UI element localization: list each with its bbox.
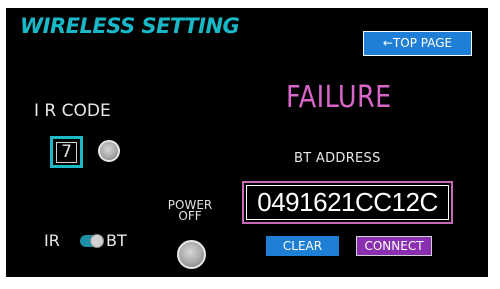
- power-label-line2: OFF: [178, 209, 202, 223]
- top-page-button[interactable]: ←TOP PAGE: [363, 31, 472, 56]
- page-title: WIRELESS SETTING: [20, 14, 240, 38]
- power-off-label: POWER OFF: [165, 199, 215, 223]
- bt-mode-label: BT: [106, 231, 127, 250]
- clear-button[interactable]: CLEAR: [266, 236, 339, 256]
- ir-code-value: 7: [56, 141, 77, 163]
- ir-code-label: I R CODE: [34, 101, 111, 121]
- ir-code-field[interactable]: 7: [50, 136, 83, 168]
- bt-address-label: BT ADDRESS: [294, 151, 381, 166]
- status-text: FAILURE: [286, 80, 392, 115]
- bt-address-field[interactable]: 0491621CC12C: [242, 181, 453, 224]
- connect-button[interactable]: CONNECT: [356, 236, 432, 256]
- bt-address-value: 0491621CC12C: [246, 185, 449, 220]
- toggle-knob: [90, 234, 104, 248]
- ir-mode-label: IR: [44, 231, 60, 250]
- ir-code-select-button[interactable]: [98, 140, 120, 162]
- power-off-button[interactable]: [177, 240, 206, 269]
- ir-bt-toggle[interactable]: [80, 234, 104, 248]
